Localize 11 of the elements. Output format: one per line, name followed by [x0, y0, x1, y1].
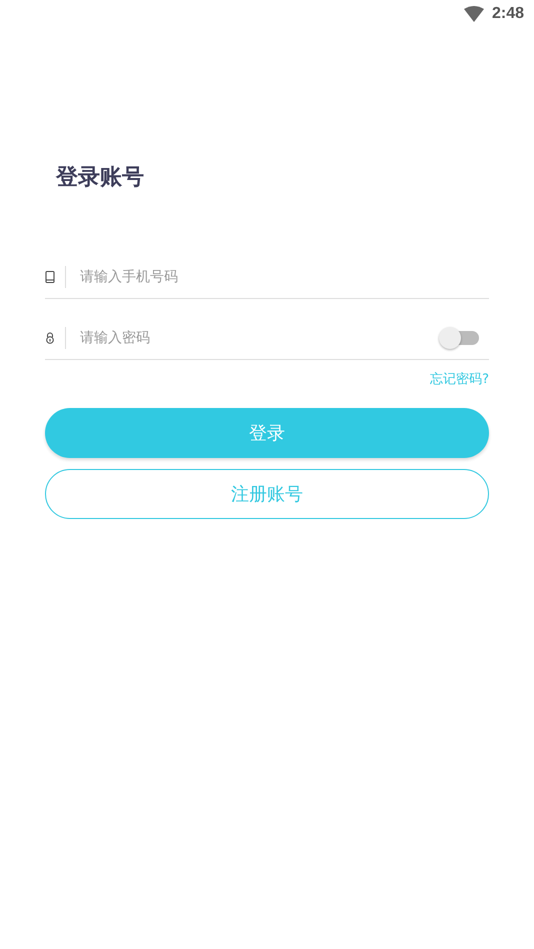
phone-field[interactable]: 请输入手机号码: [78, 268, 489, 286]
register-button[interactable]: 注册账号: [45, 469, 489, 519]
page-title: 登录账号: [56, 164, 145, 192]
forgot-password-link[interactable]: 忘记密码?: [430, 370, 489, 388]
status-time: 2:48: [492, 5, 524, 23]
login-button[interactable]: 登录: [45, 408, 489, 458]
lock-icon: [45, 332, 55, 344]
toggle-switch[interactable]: [439, 326, 479, 350]
password-field[interactable]: 请输入密码: [78, 329, 439, 347]
phone-icon: [45, 271, 55, 283]
wifi-icon: [464, 6, 484, 22]
